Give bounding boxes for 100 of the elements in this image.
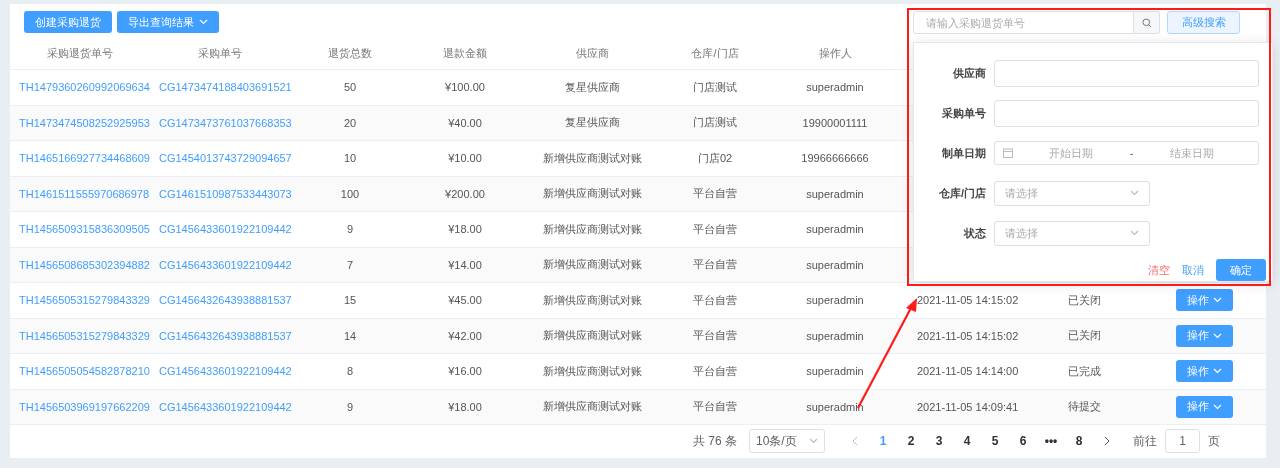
page-number[interactable]: 4 — [953, 434, 981, 448]
table-cell-text: 7 — [345, 258, 355, 271]
export-dropdown-button[interactable]: 导出查询结果 — [117, 11, 219, 33]
table-cell-text: 平台自营 — [692, 399, 738, 415]
advanced-search-button[interactable]: 高级搜索 — [1167, 11, 1240, 34]
goto-label: 前往 — [1133, 432, 1157, 450]
action-dropdown-button[interactable]: 操作 — [1176, 395, 1233, 418]
table-cell-text: superadmin — [805, 294, 865, 307]
total-count: 共 76 条 — [693, 432, 737, 450]
field-label: 仓库/门店 — [937, 185, 987, 201]
create-button[interactable]: 创建采购退货 — [24, 11, 112, 33]
table-cell-text: 平台自营 — [692, 221, 738, 237]
table-cell-text: 15 — [342, 294, 358, 307]
order-link[interactable]: TH1456505054582878210 — [10, 365, 150, 378]
field-label: 供应商 — [952, 65, 987, 81]
order-link[interactable]: CG1473473761037668353 — [150, 116, 290, 129]
next-page-icon[interactable] — [1104, 436, 1110, 446]
column-header: 退货总数 — [327, 46, 373, 61]
page-number[interactable]: ••• — [1037, 434, 1065, 448]
order-link[interactable]: CG1456433601922109442 — [150, 258, 290, 271]
page-number[interactable]: 1 — [869, 434, 897, 448]
table-cell-text: ¥14.00 — [447, 258, 483, 271]
clear-link[interactable]: 清空 — [1148, 259, 1170, 281]
field-label: 采购单号 — [941, 105, 987, 121]
order-link[interactable]: TH1479360260992069634 — [10, 81, 150, 94]
table-cell-text: superadmin — [805, 187, 865, 200]
page-number[interactable]: 8 — [1065, 434, 1093, 448]
table-cell-text: 平台自营 — [692, 363, 738, 379]
order-link[interactable]: CG1473474188403691521 — [150, 81, 290, 94]
order-link[interactable]: CG1461510987533443073 — [150, 187, 290, 200]
goto-page-input[interactable]: 1 — [1165, 429, 1200, 453]
table-cell-text: 2021-11-05 14:15:02 — [916, 329, 1020, 342]
action-dropdown-button[interactable]: 操作 — [1176, 360, 1233, 383]
table-cell-text: 平台自营 — [692, 257, 738, 273]
table-cell-text: 已关闭 — [1067, 328, 1102, 344]
table-cell-text: ¥100.00 — [444, 81, 486, 94]
order-link[interactable]: TH1456509315836309505 — [10, 223, 150, 236]
previous-page-icon[interactable] — [852, 436, 858, 446]
table-cell-text: 门店02 — [696, 150, 734, 166]
input-field[interactable] — [994, 99, 1259, 127]
action-dropdown-button[interactable]: 操作 — [1176, 289, 1233, 312]
select-field[interactable]: 请选择 — [994, 220, 1150, 246]
column-header: 仓库/门店 — [690, 46, 740, 61]
table-cell-text: 9 — [345, 400, 355, 413]
order-link[interactable]: TH1456505315279843329 — [10, 329, 150, 342]
table-cell-text: 新增供应商测试对账 — [542, 150, 643, 166]
order-link[interactable]: CG1456433601922109442 — [150, 400, 290, 413]
order-link[interactable]: CG1456433601922109442 — [150, 223, 290, 236]
order-link[interactable]: TH1456508685302394882 — [10, 258, 150, 271]
chevron-down-icon — [1213, 332, 1222, 339]
table-cell-text: 8 — [345, 365, 355, 378]
confirm-button[interactable]: 确定 — [1216, 259, 1266, 281]
table-cell-text: superadmin — [805, 400, 865, 413]
search-field[interactable]: 请输入采购退货单号 — [913, 11, 1134, 34]
order-link[interactable]: CG1456432643938881537 — [150, 294, 290, 307]
table-cell-text: 19966666666 — [800, 152, 870, 165]
table-cell-text: ¥42.00 — [447, 329, 483, 342]
page-number[interactable]: 2 — [897, 434, 925, 448]
order-link[interactable]: CG1456432643938881537 — [150, 329, 290, 342]
table-cell-text: 2021-11-05 14:15:02 — [916, 294, 1020, 307]
input-field[interactable] — [994, 59, 1259, 87]
page-number[interactable]: 6 — [1009, 434, 1037, 448]
field-label: 状态 — [962, 225, 987, 241]
table-cell-text: 已关闭 — [1067, 292, 1102, 308]
date-range-field[interactable]: 开始日期 - 结束日期 — [994, 141, 1259, 165]
order-link[interactable]: CG1456433601922109442 — [150, 365, 290, 378]
table-cell-text: 新增供应商测试对账 — [542, 399, 643, 415]
table-cell-text: 2021-11-05 14:14:00 — [916, 365, 1020, 378]
table-cell-text: 门店测试 — [692, 115, 738, 131]
table-cell-text: ¥40.00 — [447, 116, 483, 129]
table-cell-text: ¥18.00 — [447, 223, 483, 236]
order-link[interactable]: TH1456503969197662209 — [10, 400, 150, 413]
page-number[interactable]: 3 — [925, 434, 953, 448]
order-link[interactable]: TH1456505315279843329 — [10, 294, 150, 307]
page-number[interactable]: 5 — [981, 434, 1009, 448]
field-label: 制单日期 — [941, 145, 987, 161]
table-cell-text: 100 — [339, 187, 361, 200]
table-cell-text: 复星供应商 — [564, 115, 621, 131]
table-cell-text: ¥16.00 — [447, 365, 483, 378]
table-cell-text: 14 — [342, 329, 358, 342]
page-suffix: 页 — [1208, 432, 1220, 450]
table-cell-text: 新增供应商测试对账 — [542, 328, 643, 344]
chevron-down-icon — [1130, 230, 1139, 236]
column-header: 操作人 — [817, 46, 853, 61]
search-button[interactable] — [1134, 11, 1160, 34]
order-link[interactable]: CG1454013743729094657 — [150, 152, 290, 165]
order-link[interactable]: TH1473474508252925953 — [10, 116, 150, 129]
cancel-link[interactable]: 取消 — [1182, 259, 1204, 281]
page-size-select[interactable]: 10条/页 — [749, 429, 825, 453]
table-cell-text: superadmin — [805, 223, 865, 236]
table-cell-text: ¥18.00 — [447, 400, 483, 413]
table-cell-text: ¥45.00 — [447, 294, 483, 307]
order-link[interactable]: TH1461511555970686978 — [10, 187, 150, 200]
order-link[interactable]: TH1465166927734468609 — [10, 152, 150, 165]
action-dropdown-button[interactable]: 操作 — [1176, 324, 1233, 347]
select-field[interactable]: 请选择 — [994, 180, 1150, 206]
table-cell-text: 平台自营 — [692, 292, 738, 308]
table-cell-text: 9 — [345, 223, 355, 236]
table-cell-text: 2021-11-05 14:09:41 — [916, 400, 1020, 413]
table-cell-text: superadmin — [805, 365, 865, 378]
